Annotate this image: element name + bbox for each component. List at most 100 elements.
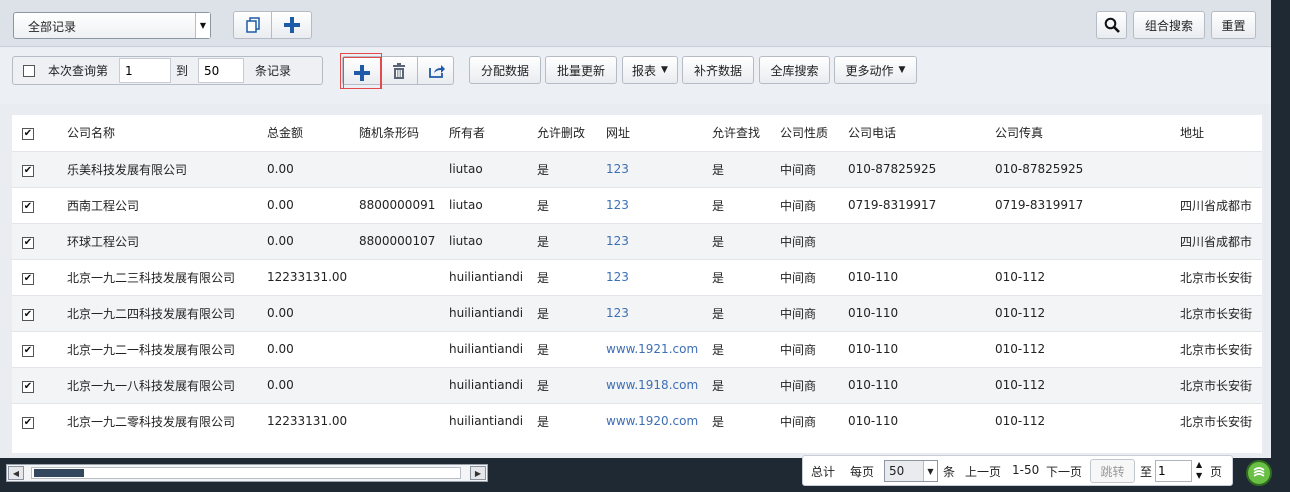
scroll-left-icon[interactable]: ◀: [8, 466, 24, 480]
window-edge: [1271, 0, 1290, 458]
row-checkbox[interactable]: ✔: [22, 380, 34, 393]
column-header[interactable]: 允许查找: [712, 115, 780, 151]
prev-page-link[interactable]: 上一页: [965, 463, 1001, 480]
column-header[interactable]: 公司性质: [780, 115, 848, 151]
leaf-mark-icon: [1253, 467, 1265, 477]
table-cell: 北京市长安街: [1180, 414, 1253, 429]
website-link[interactable]: 123: [606, 295, 712, 331]
scroll-right-icon[interactable]: ▶: [470, 466, 486, 480]
table-cell: 是: [712, 270, 725, 285]
table-cell: 北京市长安街: [1180, 378, 1253, 393]
table-row[interactable]: ✔ 北京一九二三科技发展有限公司 12233131.00 huiliantiandi 是…: [12, 259, 1262, 295]
row-select-cell[interactable]: ✔: [12, 331, 67, 367]
global-search-button[interactable]: 全库搜索: [759, 56, 830, 84]
table-row[interactable]: ✔ 环球工程公司 0.00 8800000107 liutao 是 123 是中间商 四川省成都…: [12, 223, 1262, 259]
column-header[interactable]: 随机条形码: [359, 115, 449, 151]
copy-button[interactable]: [234, 12, 272, 38]
next-page-link[interactable]: 下一页: [1046, 463, 1082, 480]
table-row[interactable]: ✔ 北京一九二一科技发展有限公司 0.00 huiliantiandi 是 www.192…: [12, 331, 1262, 367]
scroll-thumb[interactable]: [34, 469, 84, 477]
table-cell: [995, 223, 1180, 259]
batch-update-button[interactable]: 批量更新: [545, 56, 617, 84]
more-actions-button[interactable]: 更多动作 ▼: [834, 56, 917, 84]
row-select-cell[interactable]: ✔: [12, 223, 67, 259]
range-from-input[interactable]: [119, 58, 171, 83]
add-button-top[interactable]: [272, 12, 312, 38]
table-cell: 是: [537, 162, 550, 177]
search-button[interactable]: [1096, 11, 1127, 39]
page-stepper-icon[interactable]: ▲ ▼: [1196, 459, 1202, 481]
jump-button[interactable]: 跳转: [1090, 459, 1135, 483]
table-row[interactable]: ✔ 北京一九二四科技发展有限公司 0.00 huiliantiandi 是 123 是中间商…: [12, 295, 1262, 331]
table-cell: 0.00: [267, 198, 294, 212]
column-header[interactable]: 允许删改: [537, 115, 606, 151]
table-cell: liutao: [449, 198, 483, 212]
combo-search-button[interactable]: 组合搜索: [1133, 11, 1205, 39]
table-cell: 北京市长安街: [1180, 306, 1253, 321]
website-link[interactable]: 123: [606, 259, 712, 295]
table-row[interactable]: ✔ 北京一九二零科技发展有限公司 12233131.00 huiliantiandi 是…: [12, 403, 1262, 439]
website-link[interactable]: www.1920.com: [606, 403, 712, 439]
range-to-input[interactable]: [198, 58, 244, 83]
row-checkbox[interactable]: ✔: [22, 200, 34, 213]
table-cell: 010-110: [848, 270, 899, 284]
table-cell: 是: [712, 342, 725, 357]
table-cell: 四川省成都市: [1180, 234, 1253, 249]
record-filter-select[interactable]: 全部记录 ▼: [13, 12, 211, 39]
table-cell: 北京一九二四科技发展有限公司: [67, 306, 236, 321]
more-actions-label: 更多动作: [845, 63, 894, 78]
table-cell: 北京市长安街: [1180, 342, 1253, 357]
row-select-cell[interactable]: ✔: [12, 151, 67, 187]
delete-button[interactable]: [381, 57, 418, 84]
range-checkbox[interactable]: [23, 64, 35, 77]
website-link[interactable]: www.1921.com: [606, 331, 712, 367]
report-button[interactable]: 报表 ▼: [622, 56, 678, 84]
row-checkbox[interactable]: ✔: [22, 416, 34, 429]
table-row[interactable]: ✔ 乐美科技发展有限公司 0.00 liutao 是 123 是中间商 010-8782592…: [12, 151, 1262, 187]
website-link[interactable]: www.1918.com: [606, 367, 712, 403]
table-cell: 是: [537, 234, 550, 249]
select-all-checkbox[interactable]: ✔: [22, 128, 34, 141]
copy-icon: [245, 17, 260, 33]
website-link[interactable]: 123: [606, 151, 712, 187]
row-select-cell[interactable]: ✔: [12, 259, 67, 295]
table-row[interactable]: ✔ 西南工程公司 0.00 8800000091 liutao 是 123 是中间商 0719-…: [12, 187, 1262, 223]
row-select-cell[interactable]: ✔: [12, 295, 67, 331]
table-cell: 中间商: [780, 306, 817, 321]
row-select-cell[interactable]: ✔: [12, 403, 67, 439]
website-link[interactable]: 123: [606, 187, 712, 223]
fill-data-button[interactable]: 补齐数据: [682, 56, 754, 84]
row-checkbox[interactable]: ✔: [22, 272, 34, 285]
scroll-track[interactable]: [31, 467, 461, 479]
table-cell: huiliantiandi: [449, 414, 524, 429]
column-header[interactable]: 所有者: [449, 115, 537, 151]
row-checkbox[interactable]: ✔: [22, 308, 34, 321]
column-header[interactable]: 公司名称: [67, 115, 267, 151]
row-checkbox[interactable]: ✔: [22, 164, 34, 177]
row-select-cell[interactable]: ✔: [12, 187, 67, 223]
row-checkbox[interactable]: ✔: [22, 236, 34, 249]
row-checkbox[interactable]: ✔: [22, 344, 34, 357]
column-header[interactable]: 公司传真: [995, 115, 1180, 151]
table-cell: 0719-8319917: [848, 198, 937, 212]
table-row[interactable]: ✔ 北京一九一八科技发展有限公司 0.00 huiliantiandi 是 www.191…: [12, 367, 1262, 403]
reset-button[interactable]: 重置: [1211, 11, 1256, 39]
table-cell: 中间商: [780, 198, 817, 213]
select-all-cell[interactable]: ✔: [12, 115, 67, 151]
page-number-input[interactable]: [1155, 460, 1192, 482]
pager-page-unit: 页: [1210, 465, 1223, 479]
row-select-cell[interactable]: ✔: [12, 367, 67, 403]
horizontal-scrollbar[interactable]: ◀ ▶: [6, 464, 488, 482]
column-header[interactable]: 网址: [606, 115, 712, 151]
table-cell: 010-87825925: [848, 162, 937, 176]
column-header[interactable]: 地址: [1180, 115, 1262, 151]
table-cell: 是: [712, 162, 725, 177]
column-header[interactable]: 公司电话: [848, 115, 995, 151]
share-button[interactable]: [418, 57, 455, 84]
range-checkbox-cell[interactable]: [23, 57, 35, 84]
column-header[interactable]: 总金额: [267, 115, 359, 151]
table-cell: huiliantiandi: [449, 306, 524, 320]
website-link[interactable]: 123: [606, 223, 712, 259]
page-size-select[interactable]: 50 ▼: [884, 460, 938, 482]
assign-data-button[interactable]: 分配数据: [469, 56, 541, 84]
